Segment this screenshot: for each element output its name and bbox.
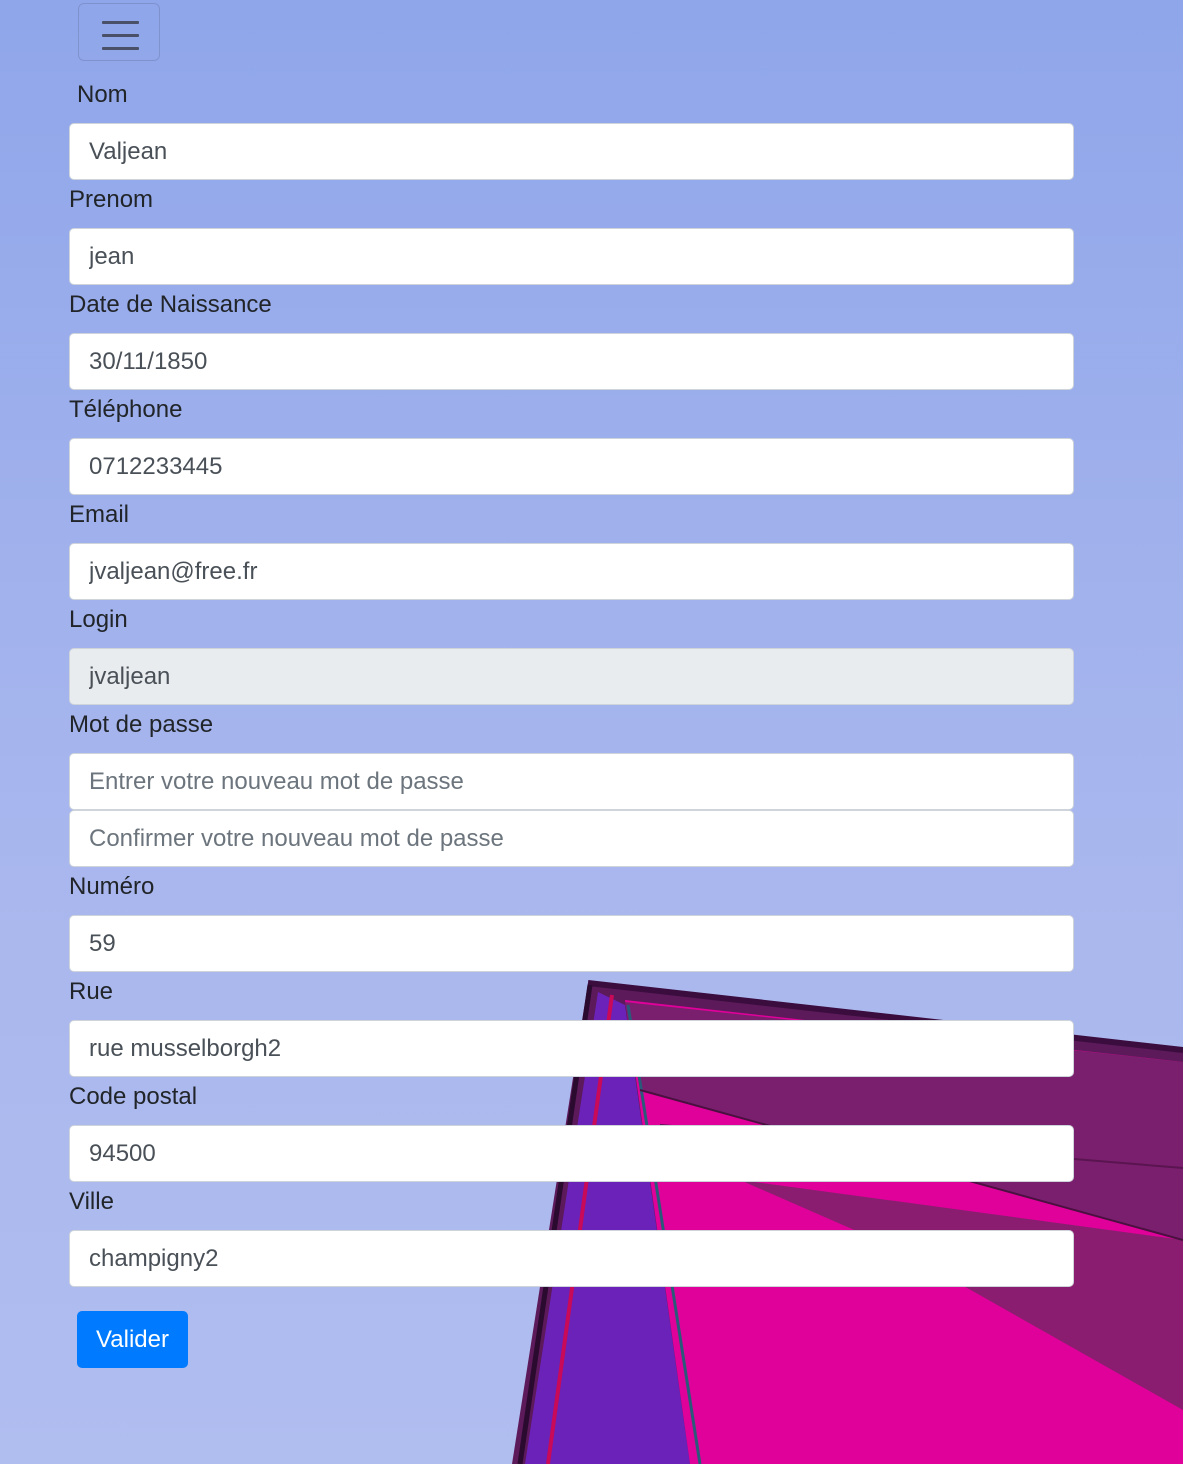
valider-button[interactable]: Valider	[77, 1311, 188, 1368]
label-email: Email	[69, 501, 130, 528]
rue-input[interactable]	[69, 1020, 1074, 1077]
date-naissance-input[interactable]	[69, 333, 1074, 390]
prenom-input[interactable]	[69, 228, 1074, 285]
email-input[interactable]	[69, 543, 1074, 600]
hamburger-icon	[102, 21, 139, 24]
label-rue: Rue	[69, 978, 114, 1005]
label-prenom: Prenom	[69, 186, 154, 213]
label-login: Login	[69, 606, 128, 633]
new-password-input[interactable]	[69, 753, 1074, 810]
hamburger-icon-bar	[102, 34, 139, 37]
ville-input[interactable]	[69, 1230, 1074, 1287]
nom-input[interactable]	[69, 123, 1074, 180]
label-telephone: Téléphone	[69, 396, 183, 423]
confirm-password-input[interactable]	[69, 810, 1074, 867]
login-input	[69, 648, 1074, 705]
label-mot-de-passe: Mot de passe	[69, 711, 214, 738]
label-date-naissance: Date de Naissance	[69, 291, 272, 318]
telephone-input[interactable]	[69, 438, 1074, 495]
label-nom: Nom	[77, 81, 128, 108]
hamburger-icon-bar	[102, 47, 139, 50]
label-ville: Ville	[69, 1188, 114, 1215]
numero-input[interactable]	[69, 915, 1074, 972]
label-numero: Numéro	[69, 873, 155, 900]
code-postal-input[interactable]	[69, 1125, 1074, 1182]
label-code-postal: Code postal	[69, 1083, 198, 1110]
menu-toggle-button[interactable]	[78, 3, 160, 61]
